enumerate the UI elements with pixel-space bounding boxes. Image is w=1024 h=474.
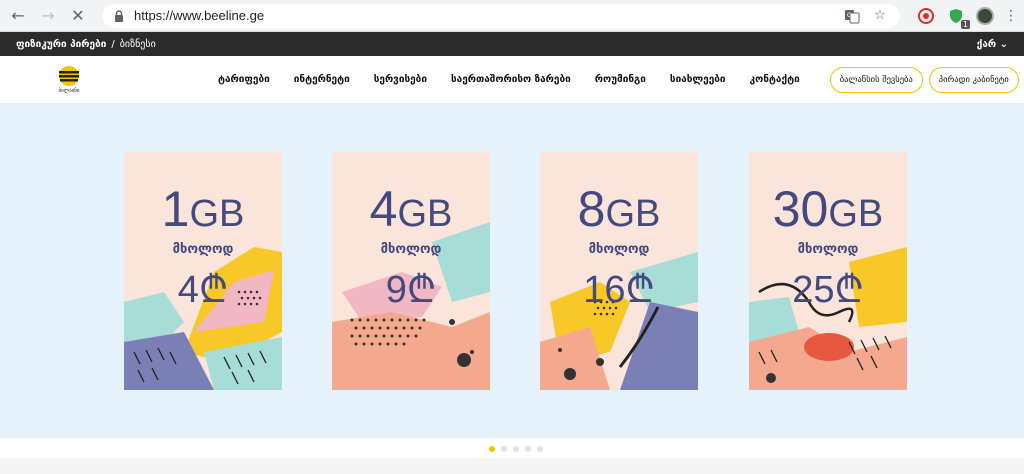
- data-amount-number: 8: [577, 181, 606, 237]
- data-amount-unit: GB: [189, 193, 245, 235]
- personal-link[interactable]: ფიზიკური პირები: [16, 39, 106, 50]
- lock-icon: [115, 9, 123, 22]
- beeline-logo[interactable]: ბილაინი: [58, 62, 80, 98]
- offer-card-30gb[interactable]: 30GB მხოლოდ 25₾: [749, 152, 907, 390]
- translate-icon[interactable]: G: [842, 6, 862, 26]
- data-amount-unit: GB: [397, 193, 453, 235]
- data-amount: 8GB: [540, 180, 698, 238]
- back-icon[interactable]: ←: [6, 4, 30, 28]
- data-amount-number: 30: [772, 181, 829, 237]
- data-amount-number: 4: [369, 181, 398, 237]
- forward-icon[interactable]: →: [36, 4, 60, 28]
- extension-shield-icon[interactable]: 1: [946, 6, 970, 29]
- language-selector[interactable]: ქარ ⌄: [977, 39, 1008, 50]
- data-amount: 1GB: [124, 180, 282, 238]
- main-menu: ტარიფები ინტერნეტი სერვისები საერთაშორის…: [218, 74, 824, 85]
- business-link[interactable]: ბიზნესი: [120, 39, 156, 50]
- only-label: მხოლოდ: [797, 242, 859, 257]
- data-amount: 4GB: [332, 180, 490, 238]
- url-text[interactable]: https://www.beeline.ge: [134, 8, 264, 23]
- page-bottom-strip: [0, 458, 1024, 474]
- price-label: 9₾: [385, 269, 437, 311]
- segment-bar: ფიზიკური პირები / ბიზნესი ქარ ⌄: [0, 32, 1024, 56]
- svg-text:G: G: [847, 12, 852, 19]
- slider-dot-3[interactable]: [513, 446, 519, 452]
- menu-item-contact[interactable]: კონტაქტი: [750, 74, 800, 85]
- beeline-logo-icon: [59, 66, 79, 86]
- only-label: მხოლოდ: [588, 242, 650, 257]
- price-label: 4₾: [177, 269, 229, 311]
- extension-record-icon[interactable]: [916, 6, 936, 26]
- offer-card-1gb[interactable]: 1GB მხოლოდ 4₾: [124, 152, 282, 390]
- menu-item-services[interactable]: სერვისები: [374, 74, 427, 85]
- data-amount-unit: GB: [605, 193, 661, 235]
- price-label: 16₾: [583, 269, 655, 311]
- only-label: მხოლოდ: [172, 242, 234, 257]
- menu-item-tariffs[interactable]: ტარიფები: [218, 74, 270, 85]
- menu-item-news[interactable]: სიახლეები: [670, 74, 726, 85]
- breadcrumb-separator: /: [111, 38, 115, 50]
- bookmark-star-icon[interactable]: ☆: [870, 6, 890, 26]
- browser-menu-icon[interactable]: ⋮: [1004, 8, 1018, 24]
- slider-dot-4[interactable]: [525, 446, 531, 452]
- logo-text: ბილაინი: [58, 88, 80, 94]
- address-bar[interactable]: https://www.beeline.ge G ☆: [102, 3, 900, 28]
- slider-pagination: [489, 446, 549, 452]
- chevron-down-icon: ⌄: [999, 38, 1008, 50]
- language-label: ქარ: [976, 38, 997, 50]
- data-amount-unit: GB: [828, 193, 884, 235]
- slider-dot-2[interactable]: [501, 446, 507, 452]
- stop-loading-icon[interactable]: ✕: [66, 4, 90, 28]
- data-amount-number: 1: [161, 181, 190, 237]
- browser-toolbar: ← → ✕ https://www.beeline.ge G ☆ 1 ⋮: [0, 0, 1024, 32]
- offer-card-8gb[interactable]: 8GB მხოლოდ 16₾: [540, 152, 698, 390]
- menu-item-internet[interactable]: ინტერნეტი: [294, 74, 350, 85]
- extension-badge: 1: [960, 19, 970, 29]
- slider-dot-5[interactable]: [537, 446, 543, 452]
- offer-card-4gb[interactable]: 4GB მხოლოდ 9₾: [332, 152, 490, 390]
- data-amount: 30GB: [749, 180, 907, 238]
- slider-dot-1[interactable]: [489, 446, 495, 452]
- menu-item-international-calls[interactable]: საერთაშორისო ზარები: [451, 74, 571, 85]
- top-up-balance-button[interactable]: ბალანსის შევსება: [829, 66, 923, 93]
- site-header: ბილაინი ტარიფები ინტერნეტი სერვისები საე…: [0, 56, 1024, 104]
- price-label: 25₾: [792, 269, 864, 311]
- hero-slider: 1GB მხოლოდ 4₾ 4GB მხოლოდ 9₾ 8GB მხოლოდ 1…: [0, 104, 1024, 438]
- profile-avatar[interactable]: [976, 6, 994, 25]
- only-label: მხოლოდ: [380, 242, 442, 257]
- menu-item-roaming[interactable]: როუმინგი: [595, 74, 646, 85]
- personal-cabinet-button[interactable]: პირადი კაბინეტი: [928, 66, 1019, 93]
